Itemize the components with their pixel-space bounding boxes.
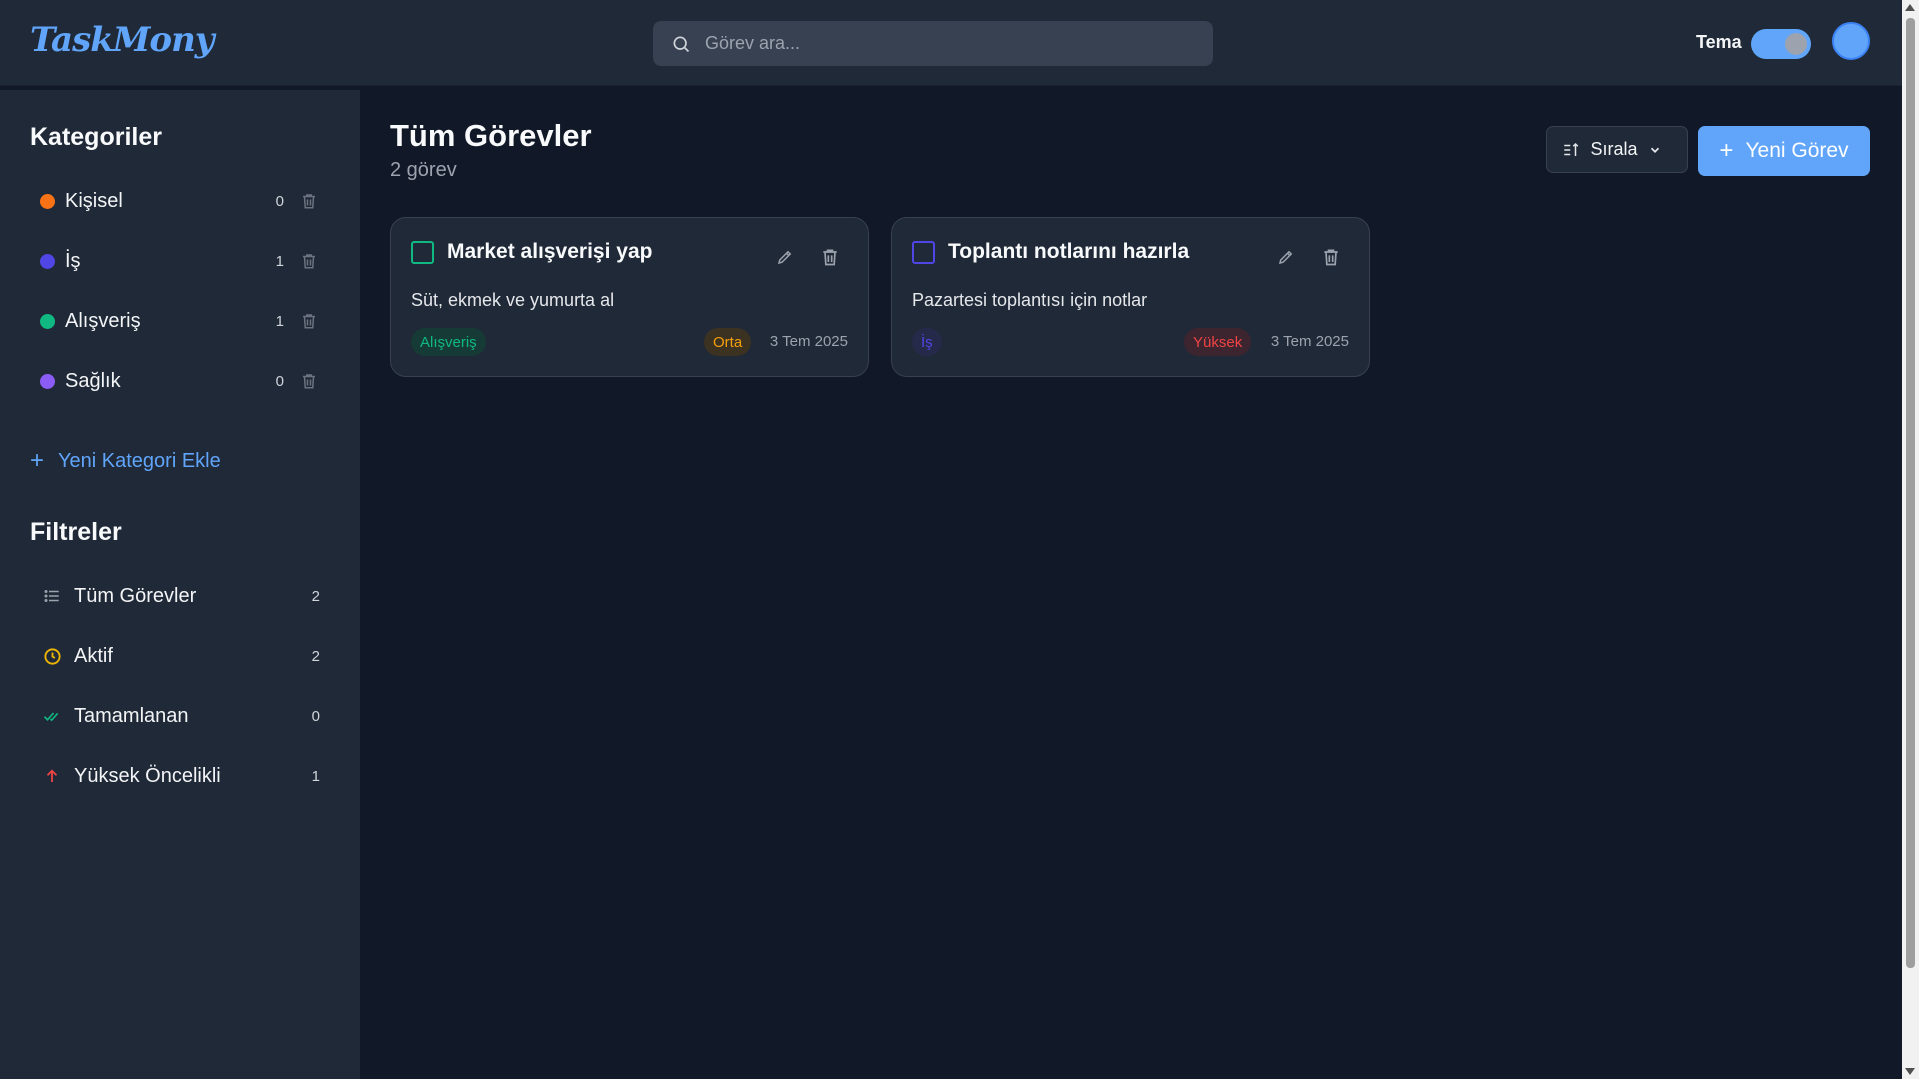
- task-card[interactable]: Toplantı notlarını hazırla Pazartesi top…: [891, 217, 1370, 377]
- category-item-kisisel[interactable]: Kişisel 0: [30, 181, 330, 221]
- category-label: Alışveriş: [65, 309, 141, 332]
- sort-label: Sırala: [1590, 139, 1638, 159]
- filter-count: 1: [311, 767, 320, 785]
- task-description: Süt, ekmek ve yumurta al: [411, 290, 615, 310]
- theme-label: Tema: [1696, 32, 1742, 52]
- filter-item-high-priority[interactable]: Yüksek Öncelikli 1: [30, 756, 330, 796]
- category-badge: Alışveriş: [411, 328, 486, 356]
- sort-button[interactable]: Sırala: [1546, 126, 1688, 173]
- chevron-down-icon: [1650, 147, 1659, 153]
- category-color-dot: [40, 193, 55, 209]
- filter-item-all[interactable]: Tüm Görevler 2: [30, 576, 330, 616]
- trash-icon[interactable]: [300, 312, 318, 330]
- plus-icon: +: [30, 447, 45, 474]
- category-label: İş: [65, 249, 81, 272]
- task-title: Market alışverişi yap: [447, 240, 653, 263]
- filter-item-active[interactable]: Aktif 2: [30, 636, 330, 676]
- trash-icon[interactable]: [300, 252, 318, 270]
- category-color-dot: [40, 313, 55, 329]
- double-check-icon: [42, 706, 62, 726]
- new-task-label: Yeni Görev: [1745, 139, 1849, 162]
- search-box[interactable]: [653, 21, 1213, 66]
- filter-count: 2: [311, 647, 320, 665]
- scroll-up-arrow[interactable]: [1905, 4, 1915, 11]
- category-item-alisveris[interactable]: Alışveriş 1: [30, 301, 330, 341]
- category-count: 0: [275, 192, 284, 210]
- search-input[interactable]: [705, 33, 1185, 54]
- categories-title: Kategoriler: [30, 123, 162, 151]
- priority-badge: Yüksek: [1184, 328, 1252, 356]
- priority-badge: Orta: [704, 328, 752, 356]
- add-category-label: Yeni Kategori Ekle: [58, 449, 221, 472]
- sidebar: Kategoriler Kişisel 0 İş 1 Alışveriş 1 S…: [0, 90, 360, 1079]
- task-date: 3 Tem 2025: [1270, 333, 1349, 350]
- clock-icon: [42, 646, 62, 666]
- arrow-up-icon: [42, 766, 62, 786]
- filter-count: 0: [311, 707, 320, 725]
- page-title: Tüm Görevler: [390, 118, 592, 153]
- trash-icon[interactable]: [1321, 247, 1341, 267]
- category-item-is[interactable]: İş 1: [30, 241, 330, 281]
- filters-title: Filtreler: [30, 518, 122, 546]
- filter-count: 2: [311, 587, 320, 605]
- task-description: Pazartesi toplantısı için notlar: [912, 290, 1148, 310]
- category-label: Kişisel: [65, 189, 123, 212]
- trash-icon[interactable]: [300, 192, 318, 210]
- task-date: 3 Tem 2025: [769, 333, 848, 350]
- category-count: 1: [275, 312, 284, 330]
- pencil-icon[interactable]: [1277, 248, 1295, 266]
- sort-icon: [1564, 142, 1579, 156]
- category-label: Sağlık: [65, 369, 121, 392]
- pencil-icon[interactable]: [776, 248, 794, 266]
- filter-label: Tüm Görevler: [74, 584, 197, 607]
- task-title: Toplantı notlarını hazırla: [948, 240, 1190, 263]
- category-item-saglik[interactable]: Sağlık 0: [30, 361, 330, 401]
- list-icon: [42, 586, 62, 606]
- filter-label: Yüksek Öncelikli: [74, 764, 221, 787]
- top-bar: TaskMony Tema: [0, 0, 1902, 86]
- task-checkbox[interactable]: [912, 241, 935, 264]
- scroll-thumb[interactable]: [1906, 18, 1915, 968]
- add-category-button[interactable]: + Yeni Kategori Ekle: [30, 447, 221, 475]
- filter-label: Aktif: [74, 644, 113, 667]
- plus-icon: +: [1719, 137, 1734, 164]
- category-color-dot: [40, 253, 55, 269]
- task-checkbox[interactable]: [411, 241, 434, 264]
- theme-toggle[interactable]: [1751, 29, 1811, 59]
- trash-icon[interactable]: [300, 372, 318, 390]
- task-card[interactable]: Market alışverişi yap Süt, ekmek ve yumu…: [390, 217, 869, 377]
- app-logo[interactable]: TaskMony: [30, 20, 215, 60]
- trash-icon[interactable]: [820, 247, 840, 267]
- scrollbar[interactable]: [1902, 0, 1919, 1079]
- toggle-knob: [1785, 33, 1807, 55]
- category-count: 1: [275, 252, 284, 270]
- filter-label: Tamamlanan: [74, 704, 189, 727]
- search-icon: [673, 36, 690, 52]
- category-badge: İş: [912, 328, 942, 356]
- filter-item-completed[interactable]: Tamamlanan 0: [30, 696, 330, 736]
- category-count: 0: [275, 372, 284, 390]
- avatar[interactable]: [1832, 22, 1870, 60]
- scroll-down-arrow[interactable]: [1905, 1068, 1915, 1075]
- new-task-button[interactable]: + Yeni Görev: [1698, 126, 1870, 176]
- category-color-dot: [40, 373, 55, 389]
- task-count-subtitle: 2 görev: [390, 159, 457, 181]
